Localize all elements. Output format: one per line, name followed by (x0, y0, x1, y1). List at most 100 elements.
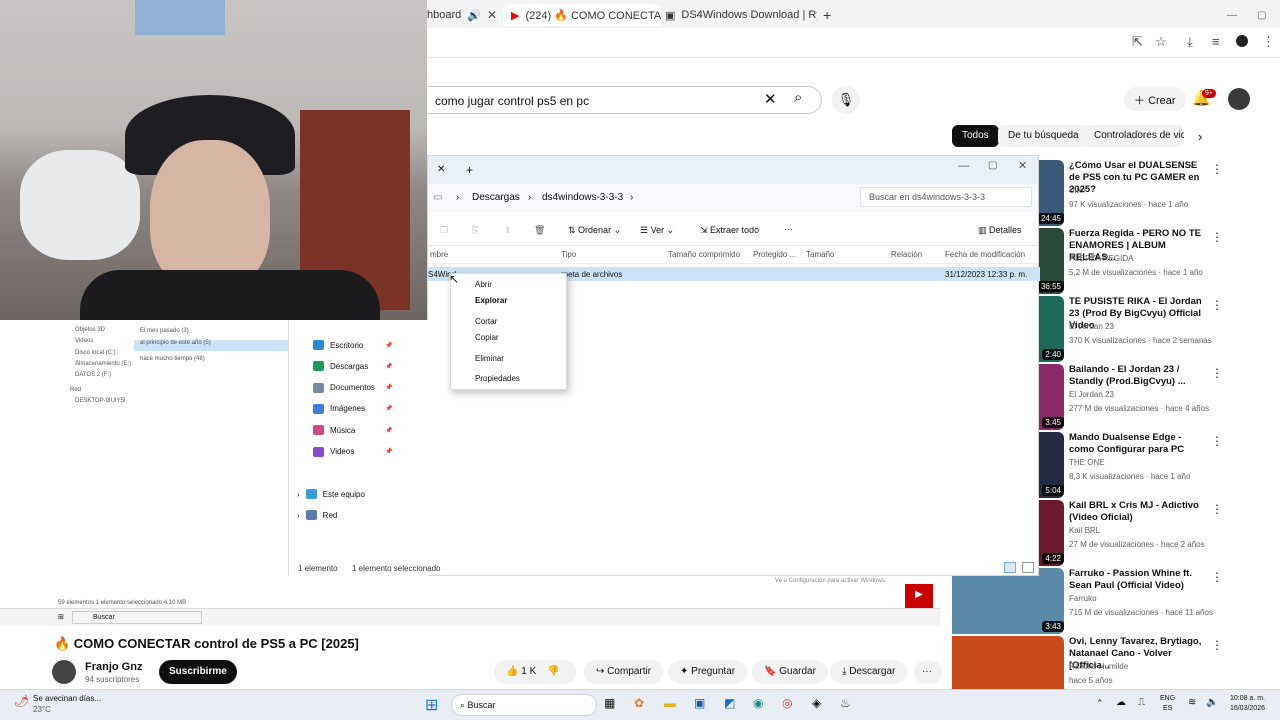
taskbar-search[interactable]: ⌕ Buscar (451, 694, 597, 716)
more-menu-icon[interactable]: ⋮ (1211, 434, 1223, 448)
weather-title[interactable]: Se avecinan días... (33, 694, 101, 703)
column-name[interactable]: mbre (430, 250, 448, 259)
outlook-icon[interactable]: ◩ (724, 696, 735, 710)
close-icon[interactable]: ✕ (1018, 159, 1027, 172)
column-type[interactable]: Tipo (561, 250, 576, 259)
like-button[interactable]: 👍 1 K (506, 666, 536, 677)
video-thumbnail[interactable]: 4:22 (1038, 500, 1064, 566)
pin-icon[interactable]: 📌 (385, 448, 392, 455)
nav-quick-access[interactable]: Música 📌 (313, 423, 392, 437)
extract-all-button[interactable]: ⇲ Extraer todo (700, 225, 759, 236)
region[interactable]: ES (1163, 705, 1172, 712)
related-video[interactable]: 3:43 Farruko - Passion Whine ft. Sean Pau… (952, 568, 1280, 634)
search-icon[interactable]: ⌕ (794, 89, 802, 106)
video-channel[interactable]: Kail BRL (1069, 526, 1100, 535)
nav-quick-access[interactable]: Imágenes 📌 (313, 402, 392, 416)
video-title[interactable]: Mando Dualsense Edge - como Configurar p… (1069, 432, 1209, 456)
nav-item[interactable]: Videos (75, 338, 93, 344)
menu-item-open[interactable]: Abrir (475, 280, 492, 289)
menu-dots-icon[interactable]: ⋮ (1262, 34, 1275, 50)
tiles-view-icon[interactable] (1022, 562, 1034, 573)
paste-icon[interactable]: ⎘ (472, 225, 479, 236)
windows-start-icon[interactable]: ⊞ (425, 695, 438, 715)
subscribe-button[interactable]: Suscribirme (159, 660, 237, 684)
video-title[interactable]: Bailando - El Jordan 23 / Standly (Prod.… (1069, 364, 1209, 388)
chevron-up-icon[interactable]: ⌃ (1096, 698, 1104, 709)
nav-item[interactable]: Almacenamiento (E:) (75, 361, 131, 367)
menu-item-cut[interactable]: Cortar (475, 317, 497, 326)
nav-item[interactable]: DATOS 2 (F:) (75, 372, 111, 378)
chip-all[interactable]: Todos (952, 125, 999, 147)
related-video[interactable]: 2:40 TE PUSISTE RIKA - El Jordan 23 (Prod… (1038, 296, 1280, 362)
video-title[interactable]: Kail BRL x Cris MJ - Adictivo (Video Ofi… (1069, 500, 1209, 524)
bookmark-star-icon[interactable]: ☆ (1155, 34, 1167, 50)
wifi-icon[interactable]: ≋ (1188, 697, 1196, 708)
chrome-icon[interactable]: ◎ (782, 696, 792, 710)
volume-icon[interactable]: 🔈 (1206, 697, 1218, 708)
column-date[interactable]: Fecha de modificación (945, 250, 1025, 259)
video-channel[interactable]: THE ONE (1069, 458, 1105, 467)
usb-icon[interactable]: ⎍ (1138, 697, 1145, 708)
store-icon[interactable]: ▣ (694, 696, 705, 710)
share-button[interactable]: ↪ Compartir (584, 660, 664, 684)
video-thumbnail[interactable]: 3:45 (1038, 364, 1064, 430)
nav-quick-access[interactable]: Descargas 📌 (313, 359, 392, 373)
new-tab-icon[interactable]: + (466, 163, 473, 177)
channel-name[interactable]: Franjo Gnz (85, 661, 142, 673)
more-menu-icon[interactable]: ⋮ (1211, 638, 1223, 652)
nav-quick-access[interactable]: Videos 📌 (313, 445, 392, 459)
menu-item-copy[interactable]: Copiar (475, 333, 499, 342)
tab-youtube[interactable]: ▶(224) 🔥 COMO CONECTAR co✕ (503, 4, 661, 26)
steam-icon[interactable]: ♨ (840, 696, 851, 710)
menu-item-explore[interactable]: Explorar (475, 296, 507, 305)
video-channel[interactable]: Ulter (1069, 186, 1086, 195)
related-video[interactable]: 3:45 Bailando - El Jordan 23 / Standly (P… (1038, 364, 1280, 430)
edge-icon[interactable]: ◉ (753, 696, 763, 710)
related-video[interactable]: 24:45 ¿Cómo Usar el DUALSENSE de PS5 con … (1038, 160, 1280, 226)
chip-from-search[interactable]: De tu búsqueda (998, 125, 1089, 147)
details-view-icon[interactable] (1004, 562, 1016, 573)
video-thumbnail[interactable]: 36:55 (1038, 228, 1064, 294)
folder-icon[interactable]: ▬ (664, 696, 676, 710)
nav-this-pc[interactable]: › Este equipo (297, 487, 365, 501)
nav-quick-access[interactable]: Escritorio 📌 (313, 338, 392, 352)
chip-controllers[interactable]: Controladores de vide (1084, 125, 1184, 147)
create-button[interactable]: ＋ Crear (1124, 87, 1186, 111)
minimize-icon[interactable]: — (1227, 4, 1237, 26)
monitor-icon[interactable]: ▭ (433, 192, 442, 203)
more-menu-icon[interactable]: ⋮ (1211, 298, 1223, 312)
pin-icon[interactable]: 📌 (385, 363, 392, 370)
reading-list-icon[interactable]: ≡ (1212, 34, 1220, 49)
video-channel[interactable]: El Jordan 23 (1069, 390, 1114, 399)
video-title[interactable]: Farruko - Passion Whine ft. Sean Paul (O… (1069, 568, 1209, 592)
download-icon[interactable]: ⤓ (1187, 34, 1193, 50)
copilot-icon[interactable]: ✿ (634, 696, 644, 710)
related-video[interactable]: 4:22 Kail BRL x Cris MJ - Adictivo (Video… (1038, 500, 1280, 566)
copy-icon[interactable]: ❐ (440, 225, 448, 236)
nav-quick-access[interactable]: Documentos 📌 (313, 381, 392, 395)
video-thumbnail[interactable]: 3:43 (952, 568, 1064, 634)
clear-search-icon[interactable]: ✕ (764, 90, 777, 108)
related-video[interactable]: 36:55 Fuerza Regida - PERO NO TE ENAMORES… (1038, 228, 1280, 294)
install-icon[interactable]: ⇱ (1132, 34, 1143, 50)
language[interactable]: ENG (1160, 695, 1175, 702)
microphone-icon[interactable]: 🎙 (832, 86, 860, 114)
more-menu-icon[interactable]: ⋮ (1211, 366, 1223, 380)
tab-ds4windows[interactable]: ▣DS4Windows Download | Ryoc✕ (665, 4, 817, 26)
more-menu-icon[interactable]: ⋮ (1211, 502, 1223, 516)
column-compressed-size[interactable]: Tamaño comprimido (668, 250, 740, 259)
pin-icon[interactable]: 📌 (385, 427, 392, 434)
new-tab-button[interactable]: + (823, 4, 839, 26)
nav-item[interactable]: Objetos 3D (75, 327, 105, 333)
download-button[interactable]: ⤓ Descargar (830, 660, 908, 684)
video-channel[interactable]: FUERZA REGIDA (1069, 254, 1133, 263)
tab-dashboard[interactable]: hboard 🔊 ✕ (427, 4, 507, 26)
save-button[interactable]: 🔖 Guardar (752, 660, 828, 684)
share-icon[interactable]: ⇪ (504, 225, 512, 236)
video-thumbnail[interactable]: 5:04 (1038, 432, 1064, 498)
nav-item[interactable]: DESKTOP-9IUIY5I (75, 398, 126, 404)
video-thumbnail[interactable]: 2:40 (1038, 296, 1064, 362)
minimize-icon[interactable]: — (958, 160, 969, 172)
more-actions-button[interactable]: ··· (914, 660, 942, 684)
video-thumbnail[interactable]: 24:45 (1038, 160, 1064, 226)
